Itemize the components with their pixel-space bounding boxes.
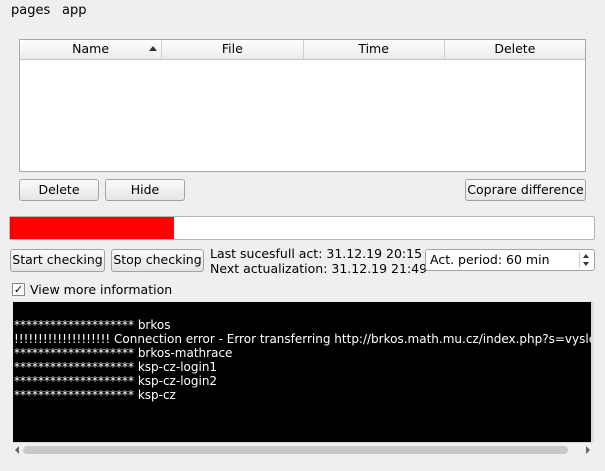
column-header-time[interactable]: Time (304, 40, 445, 59)
view-more-label[interactable]: View more information (30, 282, 172, 297)
menu-app[interactable]: app (62, 3, 86, 18)
log-line: !!!!!!!!!!!!!!!!!!!! Connection error - … (14, 332, 592, 346)
checkmark-icon: ✓ (13, 283, 24, 296)
menu-pages[interactable]: pages (11, 3, 50, 18)
log-line: ******************** brkos (14, 318, 171, 332)
column-header-file-label: File (221, 41, 243, 56)
pages-table[interactable]: Name File Time Delete (19, 39, 586, 172)
act-period-spinbox[interactable]: Act. period: 60 min (425, 249, 595, 271)
start-checking-button[interactable]: Start checking (10, 249, 105, 272)
log-console[interactable]: ******************** brkos!!!!!!!!!!!!!!… (13, 302, 592, 442)
act-period-value: Act. period: 60 min (430, 252, 550, 267)
scroll-left-icon[interactable] (15, 446, 19, 454)
column-header-file[interactable]: File (162, 40, 304, 59)
compare-difference-button[interactable]: Coprare difference (465, 179, 586, 201)
column-header-delete-label: Delete (494, 41, 536, 56)
spinbox-divider (579, 252, 580, 268)
log-line: ******************** ksp-cz (14, 388, 176, 402)
vertical-scrollbar[interactable] (591, 302, 594, 442)
progress-bar-fill (10, 217, 174, 239)
table-header: Name File Time Delete (20, 40, 585, 60)
sort-ascending-icon (149, 46, 158, 51)
scroll-right-icon[interactable] (586, 446, 590, 454)
progress-bar (9, 216, 595, 240)
log-line: ******************** brkos-mathrace (14, 346, 233, 360)
spin-down-icon[interactable] (583, 262, 589, 266)
log-line: ******************** ksp-cz-login1 (14, 360, 218, 374)
hide-button[interactable]: Hide (105, 179, 185, 201)
log-lines: ******************** brkos!!!!!!!!!!!!!!… (14, 318, 592, 402)
stop-checking-button[interactable]: Stop checking (111, 249, 204, 272)
column-header-delete[interactable]: Delete (445, 40, 585, 59)
horizontal-scrollbar[interactable] (13, 442, 592, 456)
view-more-checkbox[interactable]: ✓ (12, 283, 25, 296)
horizontal-scrollbar-thumb[interactable] (23, 446, 568, 454)
next-actualization-label: Next actualization: 31.12.19 21:49 (210, 261, 428, 276)
log-line: ******************** ksp-cz-login2 (14, 374, 218, 388)
column-header-time-label: Time (358, 41, 389, 56)
column-header-name-label: Name (72, 41, 110, 56)
menu-bar: pages app (0, 0, 605, 21)
spin-up-icon[interactable] (583, 254, 589, 258)
delete-button[interactable]: Delete (19, 179, 99, 201)
last-successful-act-label: Last sucesfull act: 31.12.19 20:15 (210, 246, 423, 261)
column-header-name[interactable]: Name (20, 40, 163, 59)
